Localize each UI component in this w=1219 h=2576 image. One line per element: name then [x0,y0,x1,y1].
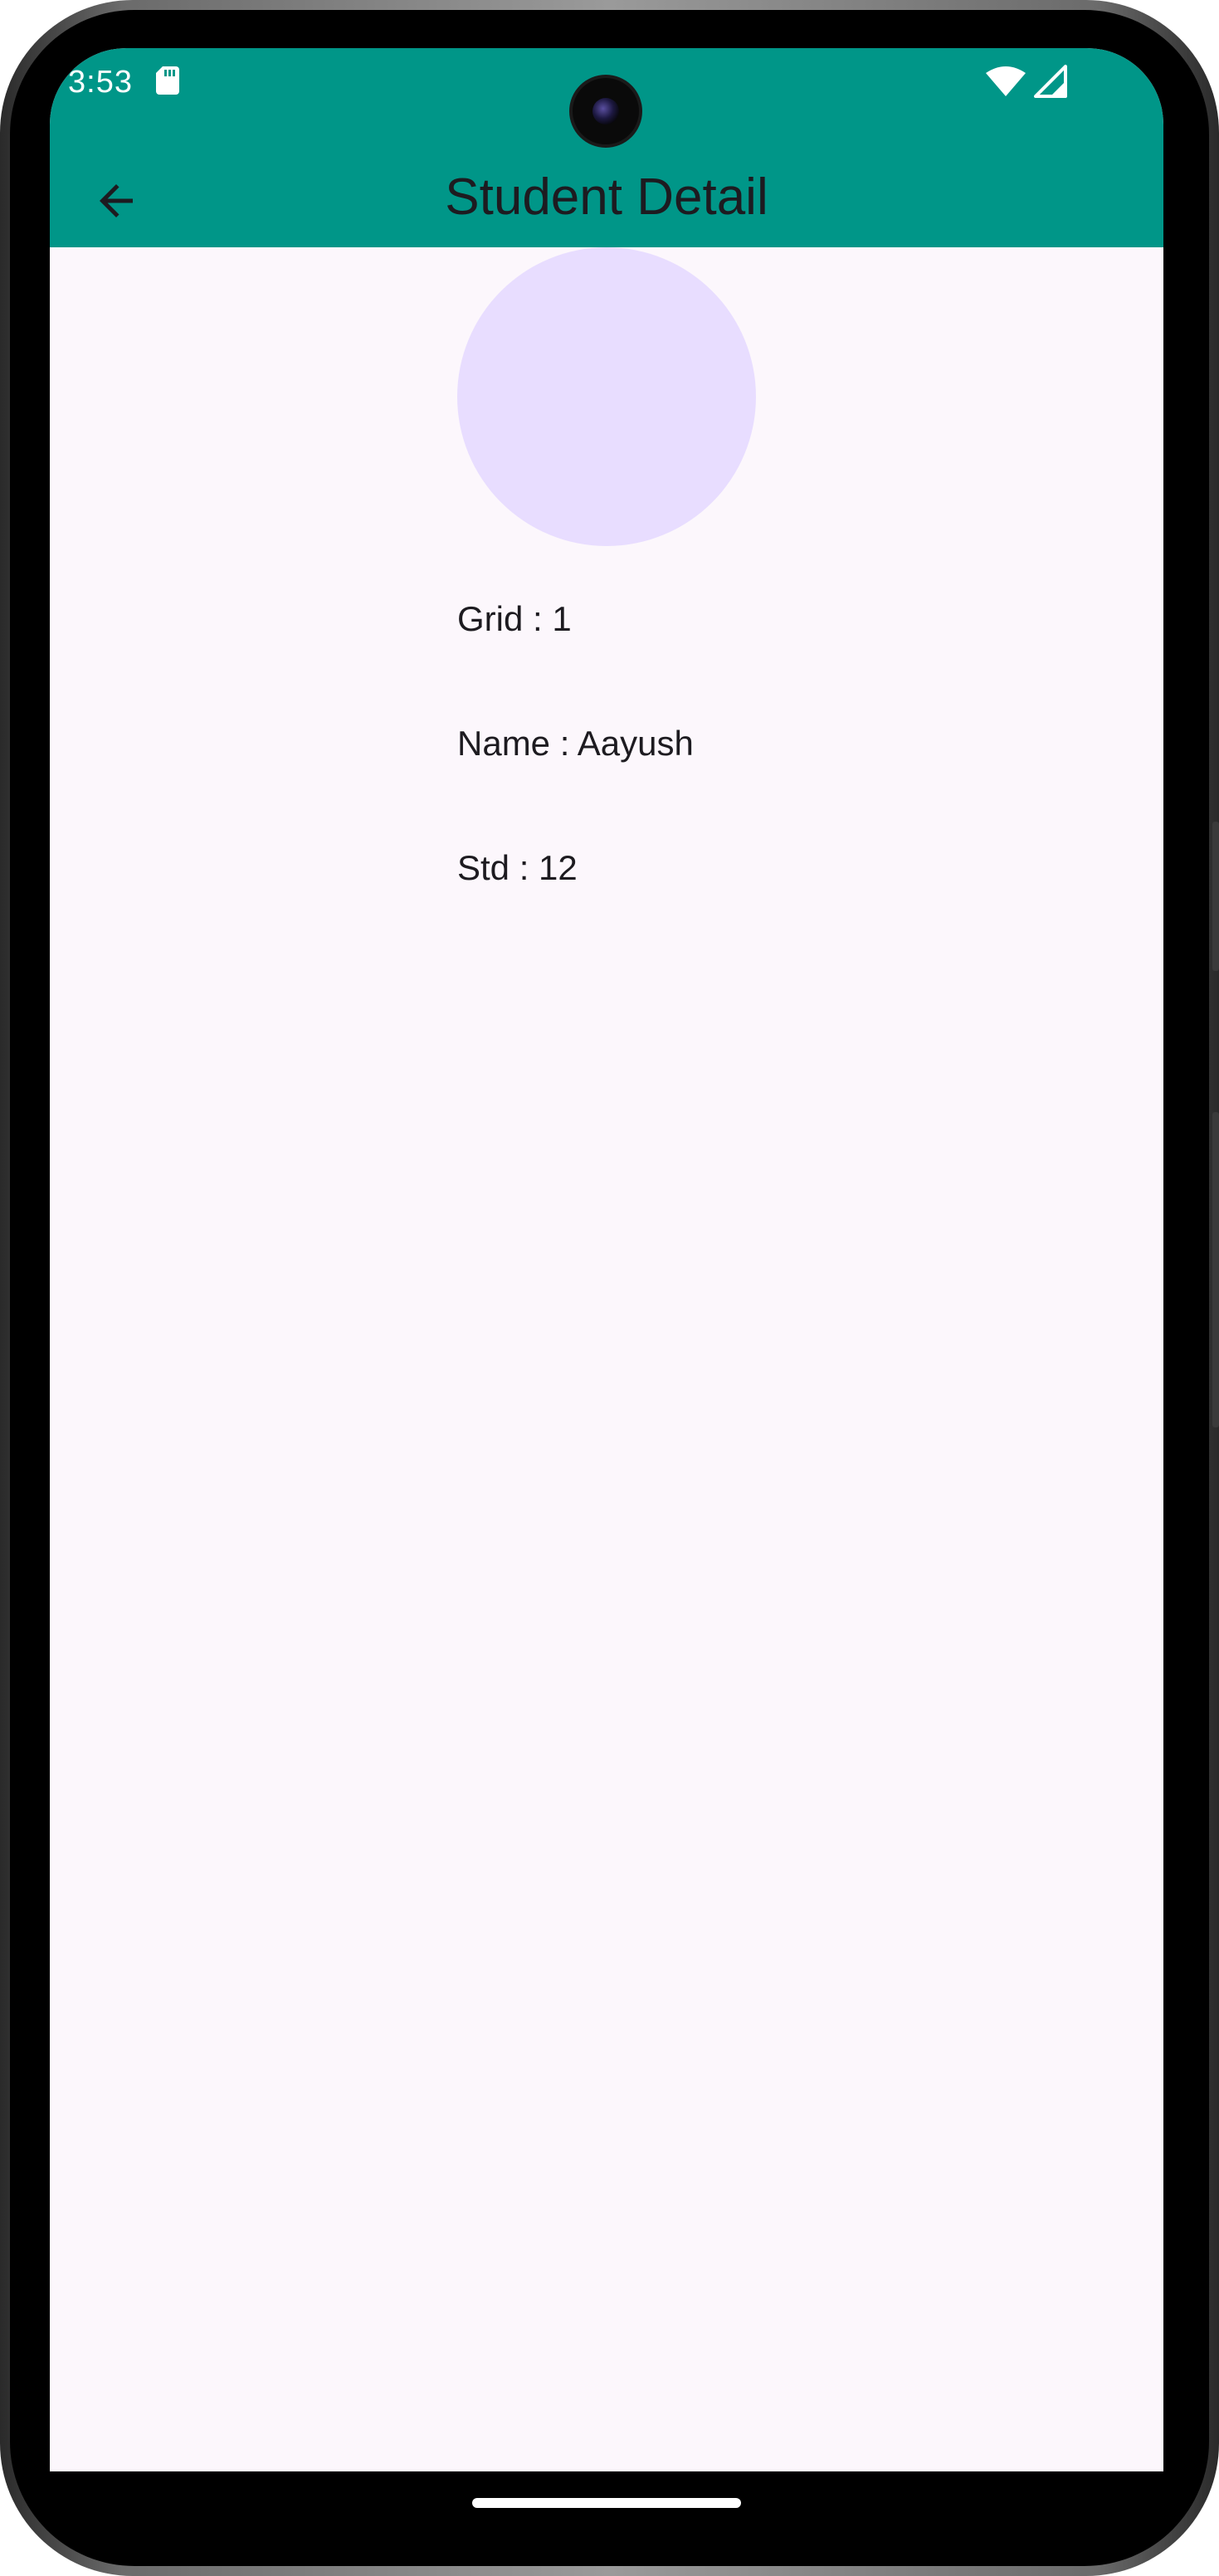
std-text: Std : 12 [457,848,578,887]
volume-button [1212,822,1219,971]
page-title: Student Detail [445,168,768,226]
status-time: 3:53 [68,65,133,100]
grid-text: Grid : 1 [457,599,572,638]
app-bar: Student Detail [50,153,1163,247]
phone-frame: 3:53 Student Detail Grid: 1 Name: Aayu… [0,0,1219,2576]
student-detail-content: Grid : 1 Name : Aayush Std : 12 [50,247,1163,2471]
name-text: Name : Aayush [457,724,694,763]
home-indicator[interactable] [472,2498,741,2508]
cellular-signal-icon [1034,65,1067,98]
wifi-icon [986,66,1026,96]
status-bar: 3:53 [50,48,1163,153]
sd-card-icon [156,66,179,95]
app-screen: 3:53 Student Detail Grid: 1 Name: Aayu… [50,48,1163,2471]
power-button [1212,1112,1219,1427]
avatar [457,247,756,546]
front-camera [573,78,639,144]
